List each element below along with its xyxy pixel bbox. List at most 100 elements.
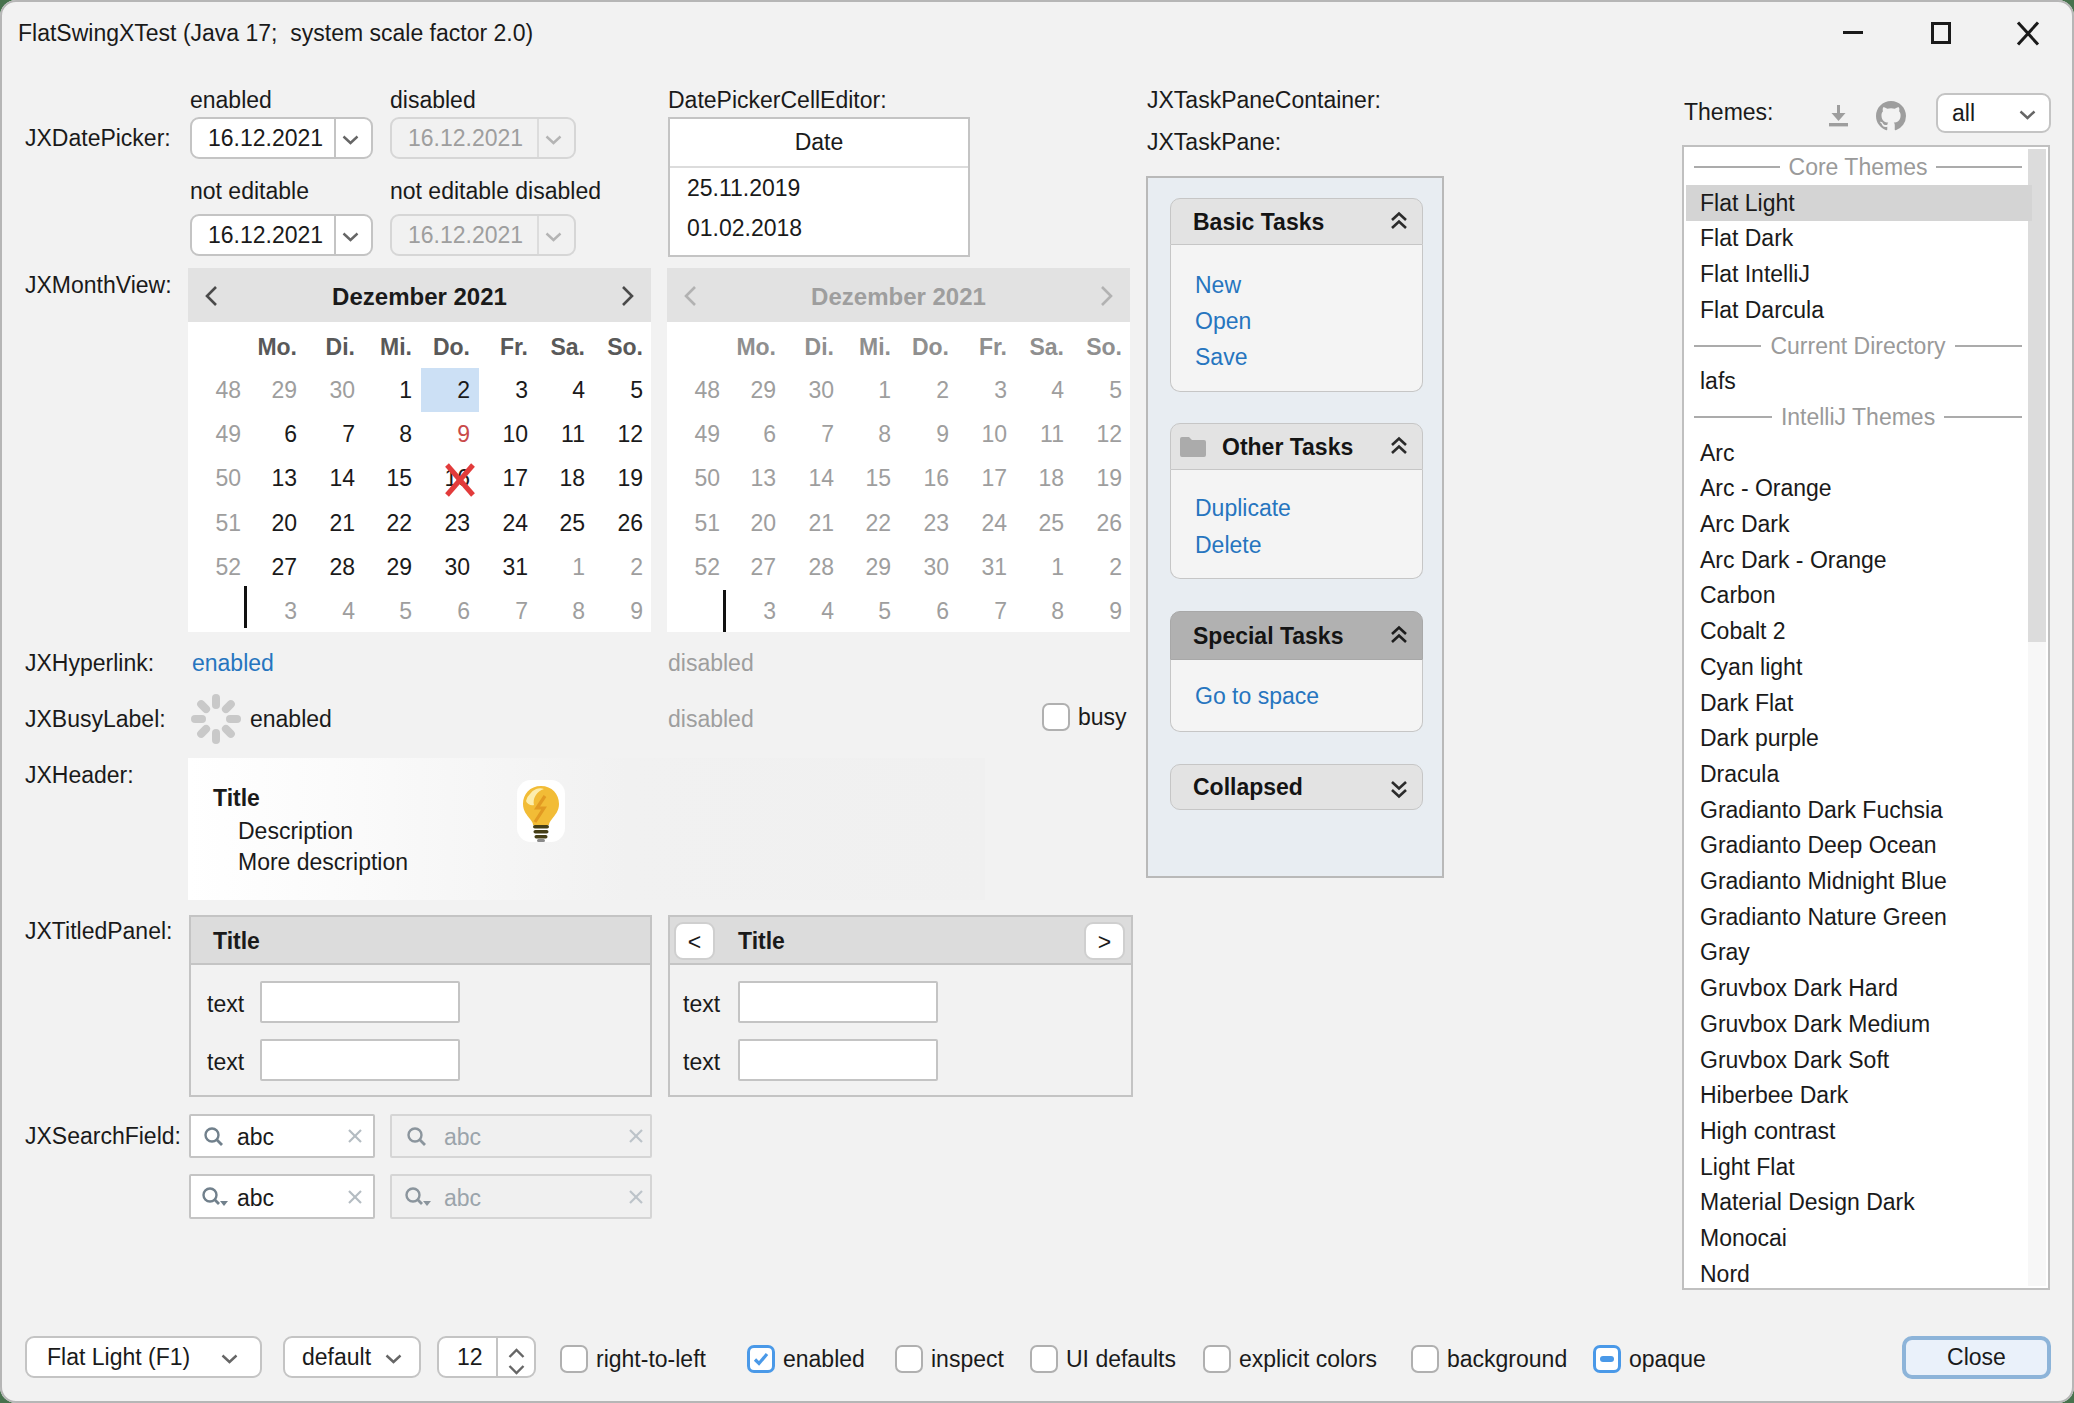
titledpanel-left-button[interactable]: < xyxy=(674,922,715,960)
maximize-icon[interactable] xyxy=(1931,22,1951,44)
day-cell[interactable]: 14 xyxy=(306,456,364,500)
checkbox-enabled[interactable] xyxy=(747,1345,775,1373)
day-cell[interactable]: 9 xyxy=(421,412,479,456)
text-input[interactable] xyxy=(260,1039,460,1081)
chevron-down-icon[interactable] xyxy=(385,1354,402,1364)
day-cell[interactable]: 6 xyxy=(421,589,479,633)
day-cell[interactable]: 11 xyxy=(536,412,594,456)
hyperlink-enabled[interactable]: enabled xyxy=(192,651,274,675)
checkbox-label-opaque[interactable]: opaque xyxy=(1629,1347,1706,1371)
search-value[interactable]: abc xyxy=(237,1185,274,1212)
clear-icon[interactable] xyxy=(347,1128,363,1144)
date-table-header[interactable]: Date xyxy=(670,119,968,166)
taskpane-other-header[interactable]: Other Tasks xyxy=(1170,423,1423,470)
day-cell[interactable]: 12 xyxy=(594,412,652,456)
expand-icon[interactable] xyxy=(1390,777,1408,799)
github-icon[interactable] xyxy=(1876,101,1906,131)
minimize-icon[interactable] xyxy=(1843,31,1863,34)
day-cell[interactable]: 4 xyxy=(306,589,364,633)
day-cell[interactable]: 15 xyxy=(363,456,421,500)
text-input[interactable] xyxy=(738,1039,938,1081)
text-input[interactable] xyxy=(260,981,460,1023)
checkbox-label-ui-defaults[interactable]: UI defaults xyxy=(1066,1347,1176,1371)
search-field-with-menu[interactable]: abc xyxy=(189,1174,375,1219)
theme-item-hiberbee-dark[interactable]: Hiberbee Dark xyxy=(1686,1077,2032,1113)
taskpane-collapsed-header[interactable]: Collapsed xyxy=(1170,764,1423,810)
day-cell[interactable]: 21 xyxy=(306,501,364,545)
theme-item-lafs[interactable]: lafs xyxy=(1686,363,2032,399)
taskpane-link-open[interactable]: Open xyxy=(1195,309,1251,333)
day-cell[interactable]: 22 xyxy=(363,501,421,545)
day-cell[interactable]: 31 xyxy=(479,545,537,589)
day-cell[interactable]: 8 xyxy=(536,589,594,633)
chevron-down-icon[interactable] xyxy=(221,1354,238,1364)
checkbox-inspect[interactable] xyxy=(895,1345,923,1373)
close-icon[interactable] xyxy=(2016,20,2040,47)
collapse-icon[interactable] xyxy=(1390,436,1408,458)
day-cell[interactable]: 28 xyxy=(306,545,364,589)
theme-item-monocai[interactable]: Monocai xyxy=(1686,1220,2032,1256)
day-cell[interactable]: 27 xyxy=(248,545,306,589)
day-cell[interactable]: 7 xyxy=(306,412,364,456)
theme-item-flat-dark[interactable]: Flat Dark xyxy=(1686,220,2032,256)
checkbox-label-enabled[interactable]: enabled xyxy=(783,1347,865,1371)
theme-item-light-flat[interactable]: Light Flat xyxy=(1686,1149,2032,1185)
theme-item-gradianto-nature-green[interactable]: Gradianto Nature Green xyxy=(1686,899,2032,935)
theme-item-dark-flat[interactable]: Dark Flat xyxy=(1686,685,2032,721)
checkbox-label-explicit-colors[interactable]: explicit colors xyxy=(1239,1347,1377,1371)
style-combo-value[interactable]: default xyxy=(302,1344,371,1371)
day-cell[interactable]: 23 xyxy=(421,501,479,545)
download-icon[interactable] xyxy=(1826,103,1851,128)
day-cell[interactable]: 4 xyxy=(536,368,594,412)
checkbox-label-inspect[interactable]: inspect xyxy=(931,1347,1004,1371)
datepicker-enabled[interactable]: 16.12.2021 xyxy=(190,117,373,159)
theme-item-dracula[interactable]: Dracula xyxy=(1686,756,2032,792)
taskpane-link-delete[interactable]: Delete xyxy=(1195,533,1261,557)
taskpane-basic-header[interactable]: Basic Tasks xyxy=(1170,198,1423,245)
day-cell[interactable]: 3 xyxy=(479,368,537,412)
theme-item-nord[interactable]: Nord xyxy=(1686,1256,2032,1292)
theme-item-flat-intellij[interactable]: Flat IntelliJ xyxy=(1686,256,2032,292)
datepicker-enabled-value[interactable]: 16.12.2021 xyxy=(208,125,323,152)
theme-item-cyan-light[interactable]: Cyan light xyxy=(1686,649,2032,685)
day-cell[interactable]: 6 xyxy=(248,412,306,456)
day-cell[interactable]: 5 xyxy=(594,368,652,412)
titledpanel-right-button[interactable]: > xyxy=(1084,922,1125,960)
day-cell[interactable]: 9 xyxy=(594,589,652,633)
theme-item-gruvbox-dark-soft[interactable]: Gruvbox Dark Soft xyxy=(1686,1042,2032,1078)
busy-checkbox[interactable] xyxy=(1042,703,1070,731)
checkbox-explicit-colors[interactable] xyxy=(1203,1345,1231,1373)
day-cell[interactable]: 29 xyxy=(363,545,421,589)
theme-item-gradianto-midnight-blue[interactable]: Gradianto Midnight Blue xyxy=(1686,863,2032,899)
theme-item-flat-darcula[interactable]: Flat Darcula xyxy=(1686,292,2032,328)
day-cell[interactable]: 1 xyxy=(536,545,594,589)
spinner-down-icon[interactable] xyxy=(508,1361,525,1379)
checkbox-label-right-to-left[interactable]: right-to-left xyxy=(596,1347,706,1371)
theme-item-arc-dark-orange[interactable]: Arc Dark - Orange xyxy=(1686,542,2032,578)
theme-item-carbon[interactable]: Carbon xyxy=(1686,577,2032,613)
day-cell[interactable]: 5 xyxy=(363,589,421,633)
chevron-down-icon[interactable] xyxy=(342,135,359,145)
theme-item-cobalt-2[interactable]: Cobalt 2 xyxy=(1686,613,2032,649)
day-cell[interactable]: 25 xyxy=(536,501,594,545)
day-cell[interactable]: 2 xyxy=(421,368,479,412)
checkbox-label-background[interactable]: background xyxy=(1447,1347,1567,1371)
collapse-icon[interactable] xyxy=(1390,211,1408,233)
date-table-cell[interactable]: 25.11.2019 xyxy=(687,168,968,208)
theme-item-material-design-dark[interactable]: Material Design Dark xyxy=(1686,1184,2032,1220)
taskpane-link-new[interactable]: New xyxy=(1195,273,1241,297)
close-button[interactable]: Close xyxy=(1902,1336,2051,1379)
day-cell[interactable]: 26 xyxy=(594,501,652,545)
laf-combo[interactable]: Flat Light (F1) xyxy=(25,1336,262,1378)
day-cell[interactable]: 1 xyxy=(363,368,421,412)
clear-icon[interactable] xyxy=(347,1189,363,1205)
search-value[interactable]: abc xyxy=(237,1124,274,1151)
datepicker-noteditable[interactable]: 16.12.2021 xyxy=(190,214,373,256)
theme-item-high-contrast[interactable]: High contrast xyxy=(1686,1113,2032,1149)
day-cell[interactable]: 8 xyxy=(363,412,421,456)
theme-item-gradianto-dark-fuchsia[interactable]: Gradianto Dark Fuchsia xyxy=(1686,792,2032,828)
day-cell[interactable]: 13 xyxy=(248,456,306,500)
taskpane-link-gotospace[interactable]: Go to space xyxy=(1195,684,1319,708)
search-field[interactable]: abc xyxy=(189,1114,375,1158)
collapse-icon[interactable] xyxy=(1390,625,1408,647)
